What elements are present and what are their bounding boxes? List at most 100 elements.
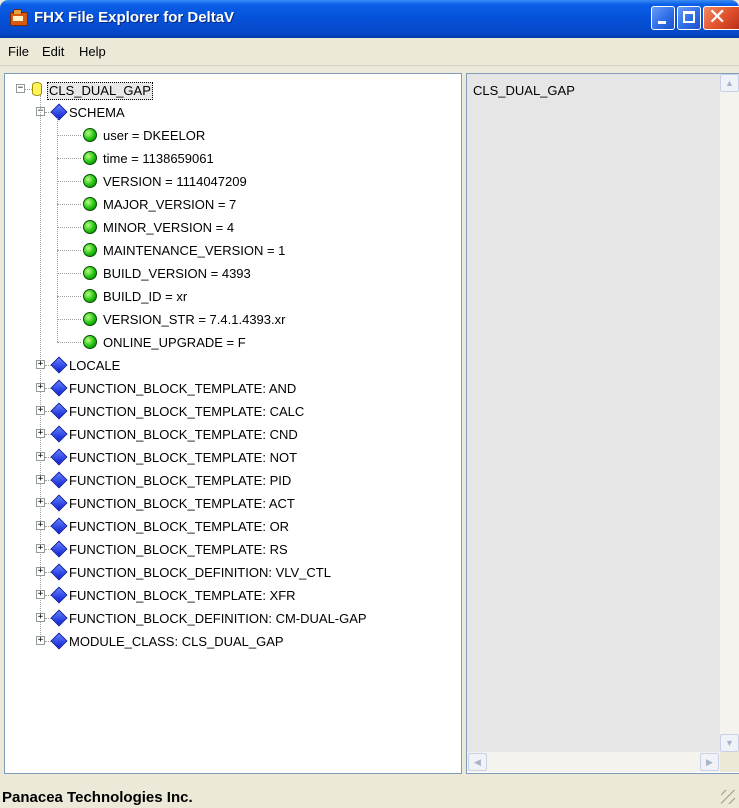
tree-connector <box>57 227 81 228</box>
tree-node-section[interactable]: FUNCTION_BLOCK_TEMPLATE: PID <box>69 473 291 489</box>
tree-connector <box>57 319 81 320</box>
minimize-icon <box>658 21 666 24</box>
tree-node-schema-item[interactable]: MAINTENANCE_VERSION = 1 <box>103 243 285 259</box>
expand-icon[interactable]: + <box>36 360 45 369</box>
diamond-icon <box>50 448 68 466</box>
collapse-icon[interactable]: − <box>16 84 25 93</box>
tree-pane[interactable]: − CLS_DUAL_GAP − SCHEMA user = DKEELOR time =… <box>4 73 462 774</box>
tree-node-section[interactable]: FUNCTION_BLOCK_TEMPLATE: ACT <box>69 496 295 512</box>
green-dot-icon <box>83 128 97 142</box>
window-title: FHX File Explorer for DeltaV <box>34 9 235 26</box>
tree-connector <box>57 250 81 251</box>
expand-icon[interactable]: + <box>36 475 45 484</box>
close-icon: ✕ <box>708 5 727 30</box>
green-dot-icon <box>83 220 97 234</box>
tree-node-schema-item[interactable]: ONLINE_UPGRADE = F <box>103 335 246 351</box>
chevron-down-icon: ▼ <box>725 738 734 748</box>
diamond-icon <box>50 563 68 581</box>
tree-node-schema-item[interactable]: BUILD_ID = xr <box>103 289 187 305</box>
expand-icon[interactable]: + <box>36 544 45 553</box>
vertical-scrollbar[interactable]: ▲ ▼ <box>720 74 739 752</box>
tree-connector <box>57 342 81 343</box>
tree-node-schema-item[interactable]: BUILD_VERSION = 4393 <box>103 266 251 282</box>
tree-connector <box>57 204 81 205</box>
menu-bar: File Edit Help <box>0 38 739 66</box>
status-bar: Panacea Technologies Inc. <box>0 780 739 808</box>
menu-edit[interactable]: Edit <box>42 44 64 59</box>
tree-node-section[interactable]: MODULE_CLASS: CLS_DUAL_GAP <box>69 634 284 650</box>
tree-view[interactable]: − CLS_DUAL_GAP − SCHEMA user = DKEELOR time =… <box>5 74 461 773</box>
tree-connector <box>57 296 81 297</box>
tree-node-schema-item[interactable]: MAJOR_VERSION = 7 <box>103 197 236 213</box>
tree-node-section[interactable]: FUNCTION_BLOCK_DEFINITION: VLV_CTL <box>69 565 331 581</box>
close-button[interactable]: ✕ <box>703 5 739 30</box>
chevron-left-icon: ◀ <box>474 757 481 767</box>
tree-connector <box>57 158 81 159</box>
tree-node-section[interactable]: FUNCTION_BLOCK_DEFINITION: CM-DUAL-GAP <box>69 611 367 627</box>
tree-node-section[interactable]: FUNCTION_BLOCK_TEMPLATE: NOT <box>69 450 297 466</box>
tree-node-section[interactable]: FUNCTION_BLOCK_TEMPLATE: RS <box>69 542 288 558</box>
menu-help[interactable]: Help <box>79 44 106 59</box>
expand-icon[interactable]: + <box>36 406 45 415</box>
expand-icon[interactable]: + <box>36 452 45 461</box>
tree-node-schema-item[interactable]: MINOR_VERSION = 4 <box>103 220 234 236</box>
detail-text: CLS_DUAL_GAP <box>473 83 575 98</box>
chevron-up-icon: ▲ <box>725 78 734 88</box>
database-icon <box>32 82 42 96</box>
green-dot-icon <box>83 197 97 211</box>
expand-icon[interactable]: + <box>36 567 45 576</box>
scroll-left-button[interactable]: ◀ <box>468 753 487 771</box>
chevron-right-icon: ▶ <box>706 757 713 767</box>
scroll-right-button[interactable]: ▶ <box>700 753 719 771</box>
expand-icon[interactable]: + <box>36 383 45 392</box>
diamond-icon <box>50 103 68 121</box>
tree-node-schema-item[interactable]: VERSION = 1114047209 <box>103 174 247 190</box>
green-dot-icon <box>83 289 97 303</box>
horizontal-scrollbar[interactable]: ◀ ▶ <box>467 752 720 772</box>
expand-icon[interactable]: + <box>36 613 45 622</box>
diamond-icon <box>50 471 68 489</box>
tree-node-root[interactable]: CLS_DUAL_GAP <box>47 82 153 100</box>
minimize-button[interactable] <box>651 6 675 30</box>
tree-connector <box>57 118 58 342</box>
tree-node-section[interactable]: FUNCTION_BLOCK_TEMPLATE: CND <box>69 427 298 443</box>
diamond-icon <box>50 540 68 558</box>
maximize-icon <box>683 11 695 23</box>
diamond-icon <box>50 356 68 374</box>
expand-icon[interactable]: + <box>36 636 45 645</box>
tree-node-section[interactable]: FUNCTION_BLOCK_TEMPLATE: CALC <box>69 404 304 420</box>
title-bar[interactable]: FHX File Explorer for DeltaV ✕ <box>0 0 739 38</box>
detail-pane: CLS_DUAL_GAP ▲ ▼ ◀ ▶ <box>466 73 739 774</box>
menu-file[interactable]: File <box>8 44 29 59</box>
tree-node-schema[interactable]: SCHEMA <box>69 105 125 121</box>
app-window: FHX File Explorer for DeltaV ✕ File Edit… <box>0 0 739 808</box>
tree-node-schema-item[interactable]: time = 1138659061 <box>103 151 214 167</box>
status-text: Panacea Technologies Inc. <box>2 789 193 806</box>
expand-icon[interactable]: + <box>36 590 45 599</box>
tree-node-section[interactable]: LOCALE <box>69 358 120 374</box>
tree-node-schema-item[interactable]: VERSION_STR = 7.4.1.4393.xr <box>103 312 285 328</box>
scroll-down-button[interactable]: ▼ <box>720 734 739 752</box>
maximize-button[interactable] <box>677 6 701 30</box>
tree-connector <box>57 273 81 274</box>
tree-connector <box>57 135 81 136</box>
tree-node-section[interactable]: FUNCTION_BLOCK_TEMPLATE: AND <box>69 381 296 397</box>
app-icon[interactable] <box>10 9 28 26</box>
expand-icon[interactable]: + <box>36 498 45 507</box>
diamond-icon <box>50 494 68 512</box>
expand-icon[interactable]: + <box>36 521 45 530</box>
tree-node-section[interactable]: FUNCTION_BLOCK_TEMPLATE: OR <box>69 519 289 535</box>
green-dot-icon <box>83 335 97 349</box>
expand-icon[interactable]: + <box>36 429 45 438</box>
diamond-icon <box>50 517 68 535</box>
diamond-icon <box>50 379 68 397</box>
tree-connector <box>57 181 81 182</box>
scroll-up-button[interactable]: ▲ <box>720 74 739 92</box>
green-dot-icon <box>83 174 97 188</box>
detail-content[interactable]: CLS_DUAL_GAP <box>467 74 720 752</box>
resize-grip-icon[interactable] <box>721 790 735 804</box>
diamond-icon <box>50 425 68 443</box>
tree-node-schema-item[interactable]: user = DKEELOR <box>103 128 205 144</box>
tree-node-section[interactable]: FUNCTION_BLOCK_TEMPLATE: XFR <box>69 588 296 604</box>
diamond-icon <box>50 632 68 650</box>
